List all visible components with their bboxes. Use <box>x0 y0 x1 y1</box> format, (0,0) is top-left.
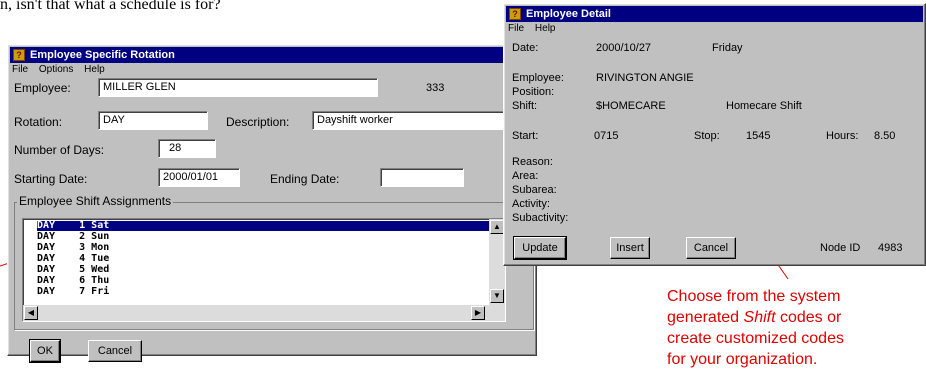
employee-rotation-window: ? Employee Specific Rotation File Option… <box>7 44 552 363</box>
menu-options[interactable]: Options <box>39 64 73 75</box>
annotation-text: Choose from the system generated Shift c… <box>667 286 844 370</box>
ok-button-label: OK <box>37 345 53 357</box>
shift-assignments-list[interactable]: DAY 1 Sat DAY 2 Sun DAY 3 Mon DAY 4 Tue … <box>22 218 506 322</box>
rotation-field[interactable]: DAY <box>98 111 208 130</box>
hours-value: 8.50 <box>874 130 896 142</box>
scroll-right-icon[interactable]: ▶ <box>471 306 485 320</box>
list-item[interactable]: DAY 4 Tue <box>37 254 109 264</box>
days-label: Number of Days: <box>14 143 105 157</box>
app-icon: ? <box>13 49 25 61</box>
list-item[interactable]: DAY 3 Mon <box>37 243 109 253</box>
annotation-line: generated Shift codes or <box>667 307 844 328</box>
hours-label: Hours: <box>826 130 859 142</box>
description-label: Description: <box>226 115 290 129</box>
days-field[interactable]: 28 <box>158 139 216 158</box>
menu-file[interactable]: File <box>508 23 524 34</box>
menu-file[interactable]: File <box>12 64 28 75</box>
annotation-emphasis: Shift <box>743 309 776 326</box>
date-label: Date: <box>512 42 539 54</box>
list-item[interactable]: DAY 6 Thu <box>37 276 109 286</box>
app-icon: ? <box>509 8 521 20</box>
shift-code: $HOMECARE <box>596 100 666 112</box>
menu-help[interactable]: Help <box>84 64 105 75</box>
start-label: Start: <box>512 130 539 142</box>
annotation-fragment: generated <box>667 309 744 326</box>
reason-label: Reason: <box>512 156 553 168</box>
list-item[interactable]: DAY 2 Sun <box>37 232 109 242</box>
rotation-titlebar[interactable]: ? Employee Specific Rotation <box>10 47 534 63</box>
subactivity-label: Subactivity: <box>512 212 569 224</box>
list-horizontal-scrollbar[interactable]: ◀ ▶ <box>23 305 505 321</box>
employee-label: Employee: <box>14 81 71 95</box>
stop-value: 1545 <box>746 130 771 142</box>
list-item[interactable]: DAY 5 Wed <box>37 265 109 275</box>
update-button-label: Update <box>522 242 558 254</box>
insert-button[interactable]: Insert <box>610 237 650 259</box>
area-label: Area: <box>512 170 539 182</box>
detail-title: Employee Detail <box>526 8 611 20</box>
annotation-line: for your organization. <box>667 351 818 368</box>
node-id-value: 4983 <box>878 242 903 254</box>
ok-button[interactable]: OK <box>29 339 61 363</box>
menu-help[interactable]: Help <box>535 23 556 34</box>
end-date-field[interactable] <box>380 168 464 187</box>
detail-menubar: File Help <box>508 23 563 35</box>
scroll-left-icon[interactable]: ◀ <box>24 306 38 320</box>
shift-description: Homecare Shift <box>726 100 802 112</box>
shift-label: Shift: <box>512 100 538 112</box>
list-item[interactable]: DAY 7 Fri <box>37 287 109 297</box>
employee-value: RIVINGTON ANGIE <box>596 72 694 84</box>
scroll-down-icon[interactable]: ▼ <box>490 289 504 303</box>
employee-field[interactable]: MILLER GLEN <box>98 78 378 97</box>
rotation-cancel-button[interactable]: Cancel <box>88 340 142 362</box>
end-date-label: Ending Date: <box>270 172 340 186</box>
insert-button-label: Insert <box>616 242 644 254</box>
shift-assignments-label: Employee Shift Assignments <box>17 194 174 208</box>
annotation-line: Choose from the system <box>667 288 841 305</box>
employee-id: 333 <box>426 82 445 94</box>
detail-cancel-button[interactable]: Cancel <box>686 237 736 259</box>
stop-label: Stop: <box>694 130 720 142</box>
position-label: Position: <box>512 86 555 98</box>
subarea-label: Subarea: <box>512 184 557 196</box>
employee-label: Employee: <box>512 72 564 84</box>
update-button[interactable]: Update <box>513 236 567 260</box>
day-value: Friday <box>712 42 743 54</box>
detail-titlebar[interactable]: ? Employee Detail <box>506 6 923 22</box>
rotation-title: Employee Specific Rotation <box>30 49 175 61</box>
annotation-line: create customized codes <box>667 330 844 347</box>
rotation-menubar: File Options Help <box>12 64 113 76</box>
rotation-label: Rotation: <box>14 115 63 129</box>
start-date-label: Starting Date: <box>14 172 88 186</box>
date-value: 2000/10/27 <box>596 42 652 54</box>
annotation-fragment: codes or <box>775 309 842 326</box>
employee-detail-window: ? Employee Detail File Help Date: 2000/1… <box>503 3 926 266</box>
detail-cancel-button-label: Cancel <box>693 242 729 254</box>
node-id-label: Node ID <box>820 242 861 254</box>
start-date-field[interactable]: 2000/01/01 <box>158 168 240 187</box>
list-item[interactable]: DAY 1 Sat <box>37 221 493 231</box>
scroll-up-icon[interactable]: ▲ <box>490 220 504 234</box>
activity-label: Activity: <box>512 198 550 210</box>
start-value: 0715 <box>594 130 619 142</box>
cancel-button-label: Cancel <box>97 345 133 357</box>
